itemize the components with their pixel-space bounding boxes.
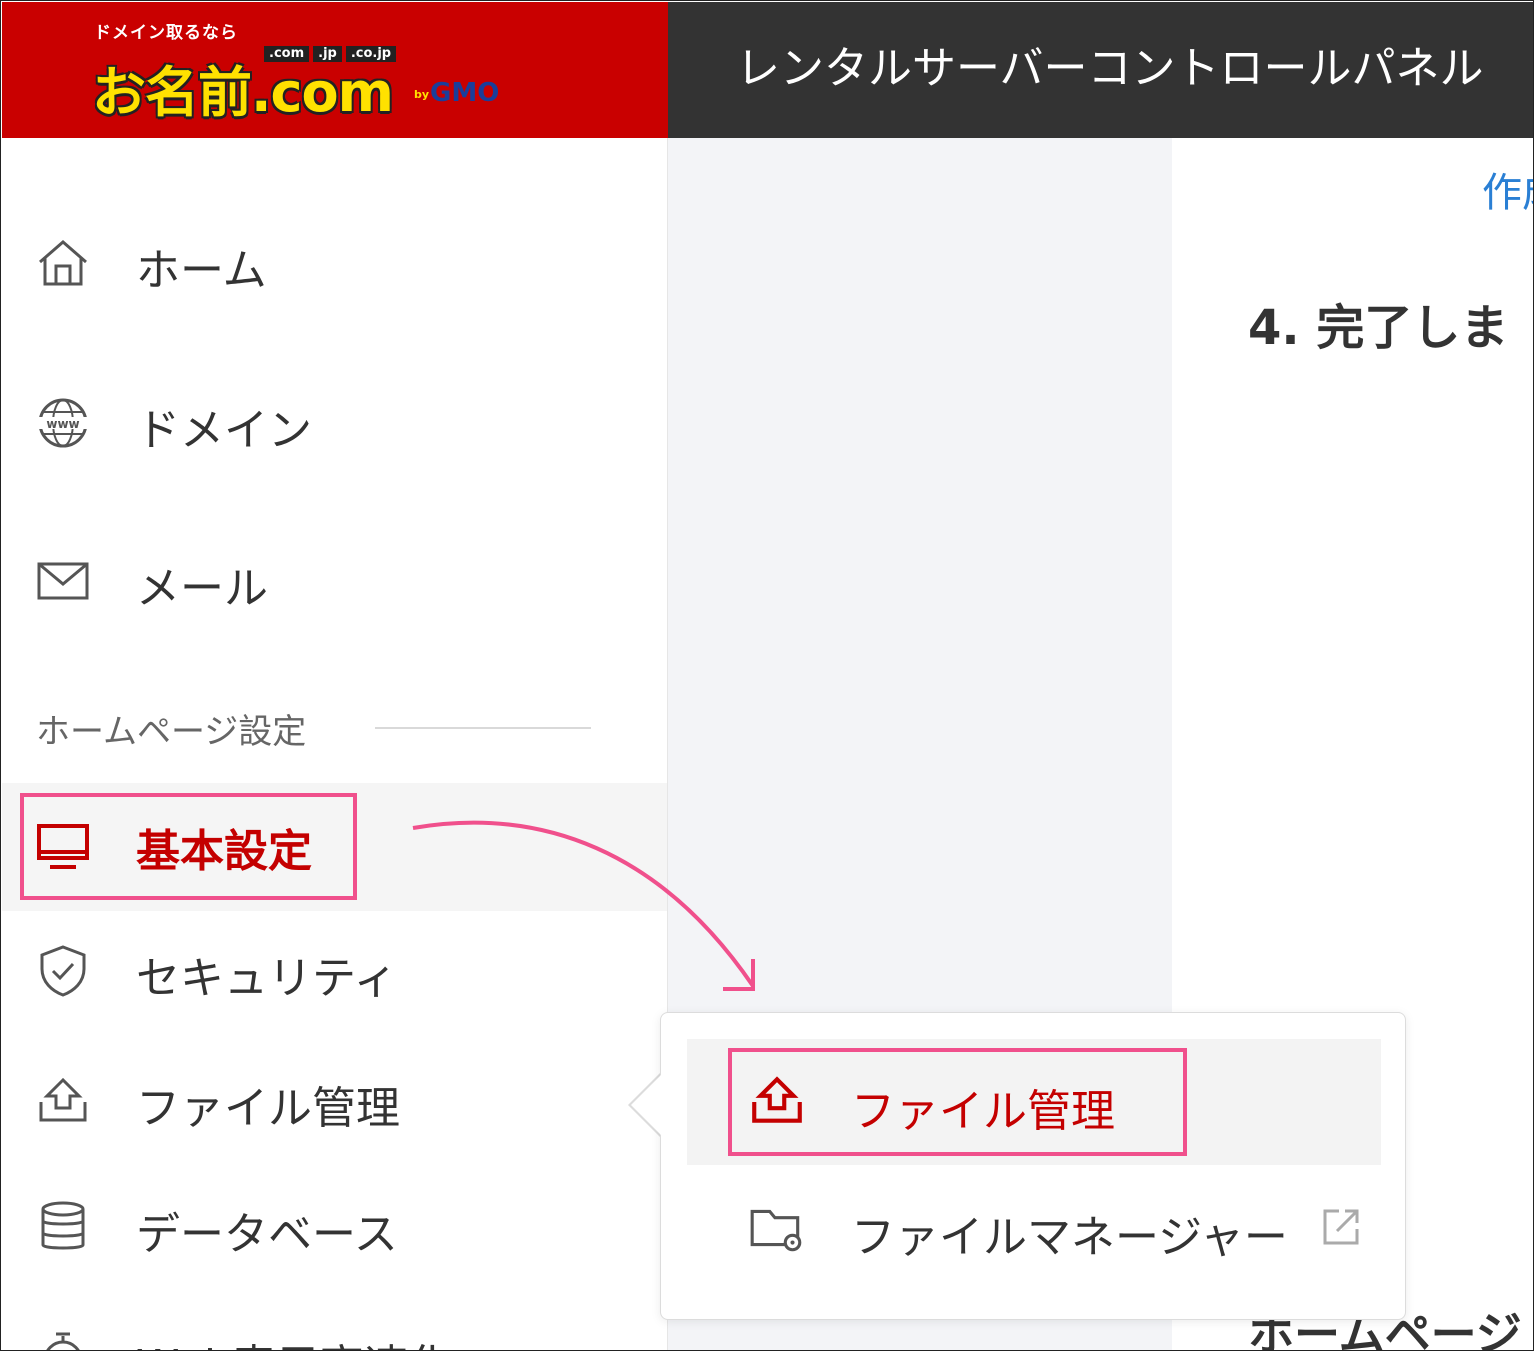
sidebar-item-label: Web表示高速化 (136, 1330, 452, 1350)
home-icon (39, 240, 87, 286)
sidebar-item-mail[interactable]: メール (2, 518, 667, 646)
upload-icon (39, 1077, 87, 1122)
panel-title: レンタルサーバーコントロールパネル (736, 43, 1484, 94)
svg-text:www: www (46, 417, 79, 431)
submenu-item-file-manager[interactable]: ファイルマネージャー (687, 1165, 1381, 1291)
sidebar-item-label: メール (136, 563, 268, 614)
sidebar-item-home[interactable]: ホーム (2, 200, 667, 328)
folder-gear-icon (750, 1209, 802, 1252)
brand-logo-bar[interactable]: ドメイン取るなら .com .jp .co.jp お名前.com by GMO (2, 2, 668, 138)
logo-by: by (414, 88, 430, 101)
submenu-item-label: ファイルマネージャー (851, 1212, 1288, 1263)
highlight-box-file-management (728, 1048, 1187, 1156)
shield-check-icon (40, 945, 86, 997)
sidebar-item-label: セキュリティ (136, 953, 398, 1004)
screenshot-frame: ドメイン取るなら .com .jp .co.jp お名前.com by GMO … (0, 0, 1534, 1351)
sidebar-item-file-management[interactable]: ファイル管理 (2, 1036, 667, 1164)
sidebar-item-label: ファイル管理 (136, 1083, 400, 1134)
sidebar-item-security[interactable]: セキュリティ (2, 906, 667, 1034)
sidebar-item-label: データベース (136, 1209, 398, 1260)
sidebar-item-database[interactable]: データベース (2, 1164, 667, 1292)
highlight-box-basic-settings (20, 793, 357, 900)
step-heading: 4. 完了しま (1248, 300, 1509, 356)
flyout-caret-inner (631, 1075, 661, 1135)
sidebar-item-label: ホーム (136, 245, 267, 296)
sidebar: ホーム www ドメイン メール ホームページ設定 基本設定 セキュリティ ファ… (2, 138, 668, 1350)
section-divider (375, 727, 591, 729)
header-title-bar: レンタルサーバーコントロールパネル (668, 2, 1533, 138)
database-icon (41, 1201, 85, 1250)
sidebar-item-label: ドメイン (136, 405, 312, 456)
logo-wordmark: お名前.com (92, 61, 394, 124)
logo-gmo: GMO (430, 78, 500, 108)
section-heading-homepage-settings: ホームページ設定 (36, 712, 307, 752)
external-link-icon (1323, 1209, 1359, 1245)
speed-icon (46, 1332, 80, 1350)
logo-tagline: ドメイン取るなら (94, 23, 238, 43)
main-link[interactable]: 作成 (1482, 160, 1533, 218)
sidebar-item-domain[interactable]: www ドメイン (2, 360, 667, 488)
mail-icon (37, 562, 89, 600)
globe-www-icon: www (38, 398, 88, 448)
sidebar-item-web-speed[interactable]: Web表示高速化 (2, 1292, 667, 1350)
